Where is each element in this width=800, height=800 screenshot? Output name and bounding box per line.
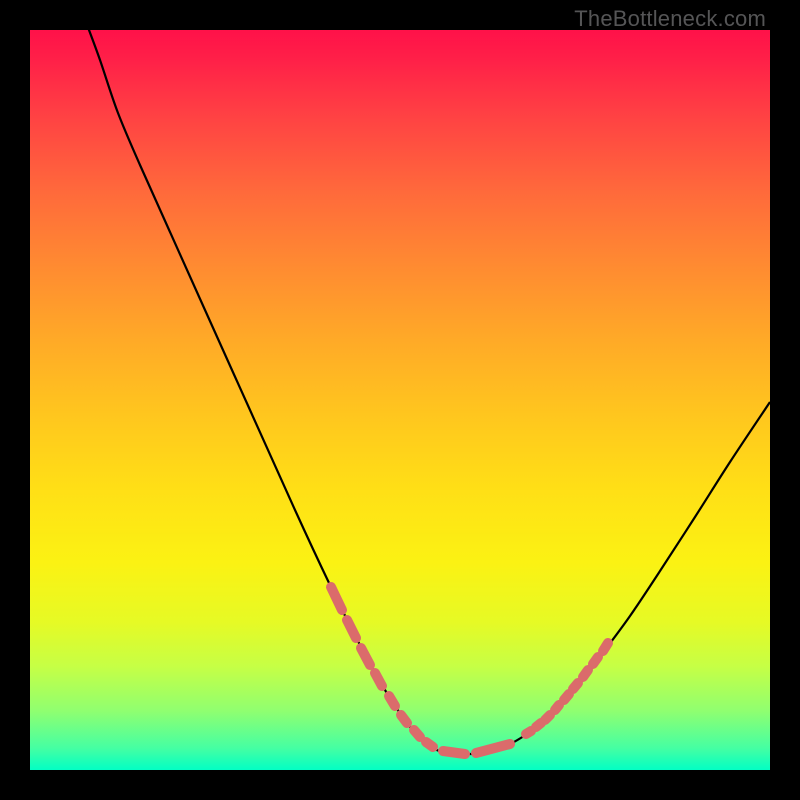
marker-segment — [414, 730, 420, 737]
marker-segment — [555, 705, 559, 710]
marker-segment — [593, 657, 598, 664]
marker-segment — [526, 731, 531, 734]
marker-segment — [545, 715, 550, 720]
marker-segment — [476, 744, 510, 753]
marker-segment — [573, 683, 578, 689]
marker-segment — [603, 643, 608, 651]
marker-segment — [389, 696, 395, 706]
marker-segment — [401, 715, 407, 723]
marker-segment — [443, 751, 465, 754]
marker-segment — [564, 694, 569, 700]
watermark-text: TheBottleneck.com — [574, 6, 766, 32]
marker-segment — [361, 648, 370, 665]
marker-segment — [536, 723, 541, 727]
plot-area — [30, 30, 770, 770]
marker-segment — [426, 742, 433, 747]
markers-group — [331, 587, 608, 754]
chart-frame: TheBottleneck.com — [0, 0, 800, 800]
marker-segment — [583, 670, 588, 677]
chart-svg — [30, 30, 770, 770]
marker-segment — [331, 587, 342, 610]
marker-segment — [375, 673, 382, 686]
marker-segment — [347, 620, 356, 638]
curve-line — [86, 22, 770, 754]
